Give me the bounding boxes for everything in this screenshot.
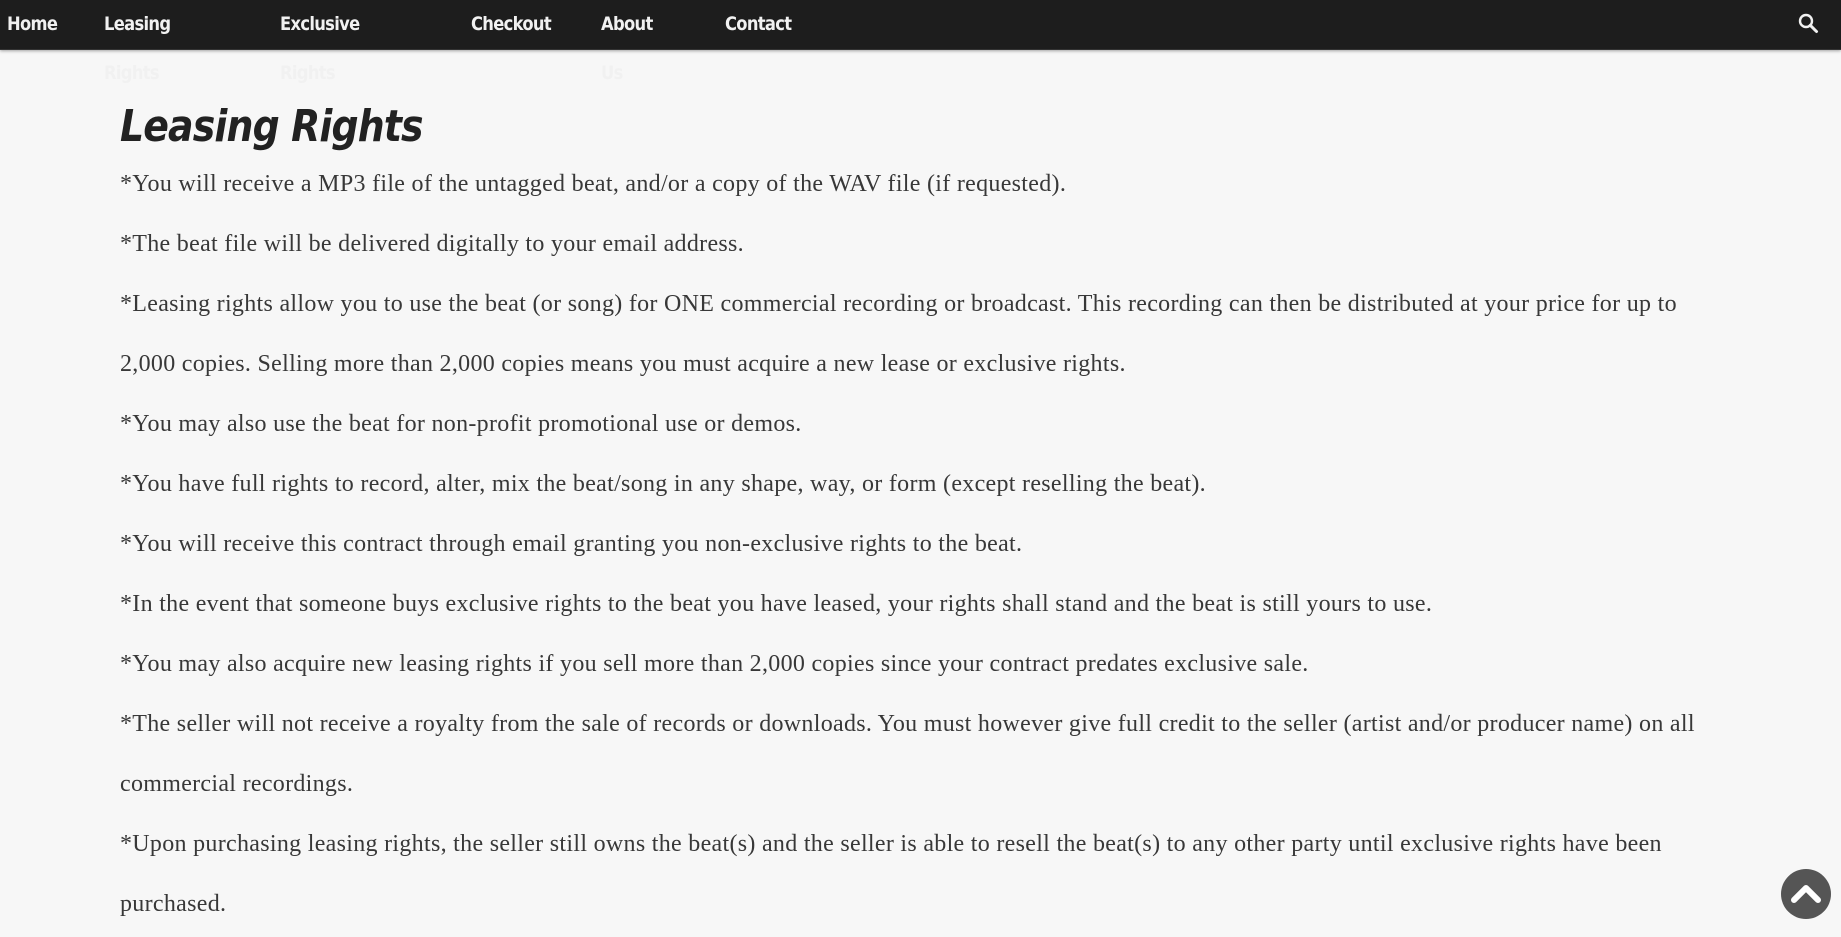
term-paragraph: *The beat file will be delivered digital… [120,231,744,257]
nav-item-checkout[interactable]: Checkout [471,0,552,49]
nav-item-about-us[interactable]: About Us [601,0,653,98]
term-paragraph: *Leasing rights allow you to use the bea… [120,291,1677,377]
terms-list: *You will receive a MP3 file of the unta… [120,154,1700,934]
term-paragraph: *Upon purchasing leasing rights, the sel… [120,831,1662,917]
nav-item-home[interactable]: Home [7,0,58,49]
term-paragraph: *You have full rights to record, alter, … [120,471,1206,497]
nav-item-exclusive-rights[interactable]: Exclusive Rights [280,0,360,98]
term-paragraph: *You will receive this contract through … [120,531,1023,557]
nav-item-leasing-rights[interactable]: Leasing Rights [104,0,171,98]
term-paragraph: *You will receive a MP3 file of the unta… [120,171,1067,197]
page-title: Leasing Rights [120,101,424,152]
chevron-up-icon [1791,885,1821,903]
nav-item-contact[interactable]: Contact [725,0,792,49]
main-content: Leasing Rights *You will receive a MP3 f… [120,95,1700,934]
search-icon-svg [1798,13,1818,33]
term-paragraph: *You may also use the beat for non-profi… [120,411,802,437]
top-navigation-bar: Home Leasing Rights Exclusive Rights Che… [0,0,1841,84]
term-paragraph: *In the event that someone buys exclusiv… [120,591,1433,617]
main-nav: Home Leasing Rights Exclusive Rights Che… [0,0,792,84]
scroll-to-top-button[interactable] [1781,869,1831,919]
term-paragraph: *The seller will not receive a royalty f… [120,711,1695,797]
search-icon[interactable] [1797,12,1819,34]
term-paragraph: *You may also acquire new leasing rights… [120,651,1309,677]
